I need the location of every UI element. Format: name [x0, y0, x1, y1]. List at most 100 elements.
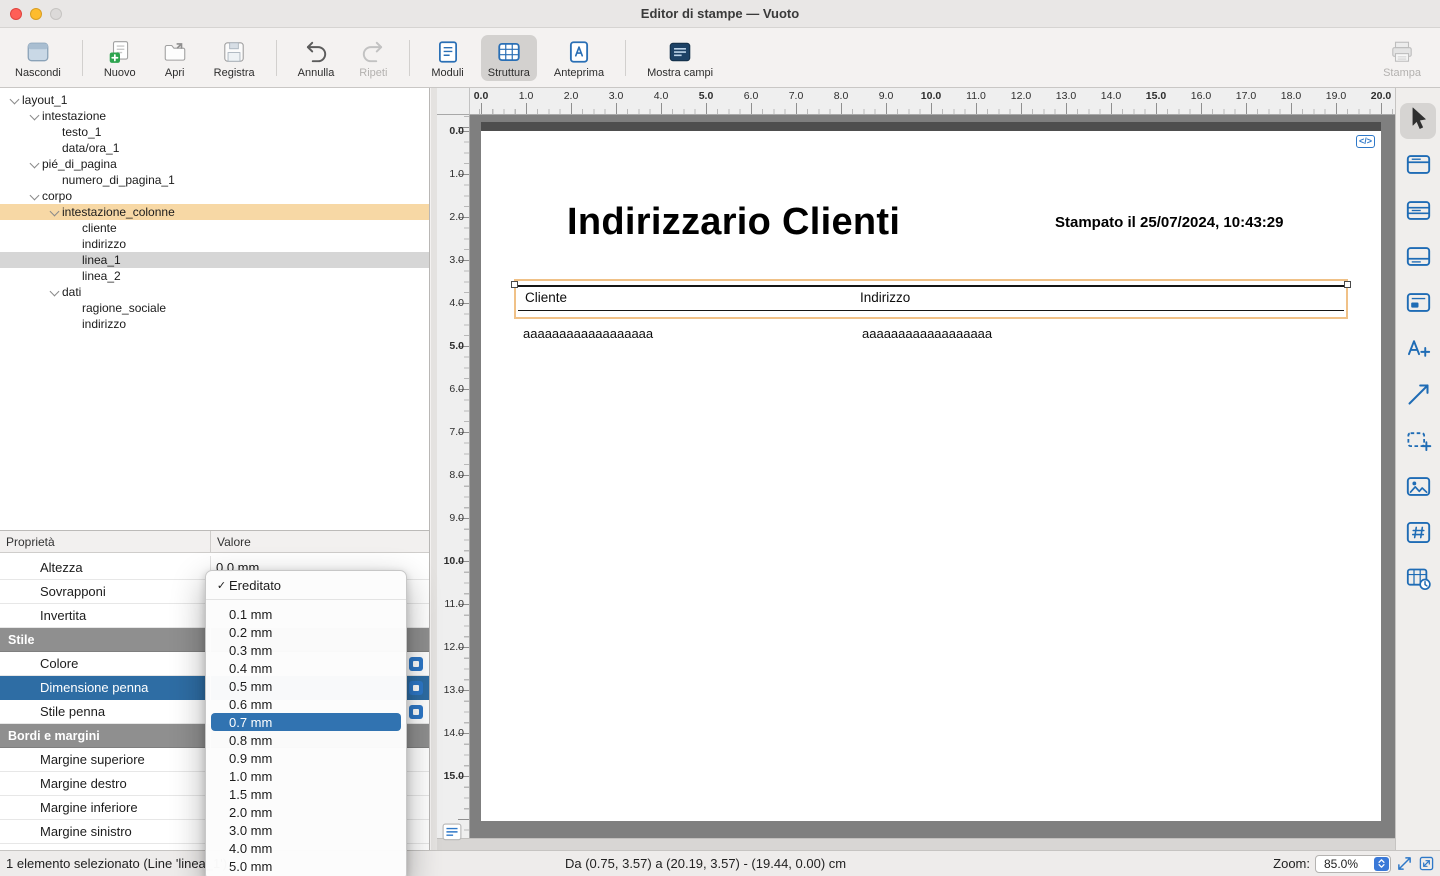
tree-item-intestazione-colonne[interactable]: intestazione_colonne: [0, 204, 429, 220]
tree-item-testo-1[interactable]: testo_1: [0, 124, 429, 140]
tree-item-dati[interactable]: dati: [0, 284, 429, 300]
property-name: Dimensione penna: [0, 680, 210, 695]
toolbar-separator: [276, 40, 277, 76]
nascondi-button[interactable]: Nascondi: [8, 35, 68, 81]
rectangle-tool-button[interactable]: [1400, 425, 1436, 461]
tree-item-cliente[interactable]: cliente: [0, 220, 429, 236]
property-options-button[interactable]: [409, 681, 423, 695]
band-detail-tool-button[interactable]: [1400, 195, 1436, 231]
band-bottom-line[interactable]: [518, 310, 1344, 311]
ruler-number: 9.0: [879, 90, 894, 102]
page-number-tool-button[interactable]: [1400, 517, 1436, 553]
column-header-cliente[interactable]: Cliente: [525, 290, 567, 305]
chevron-down-icon[interactable]: [28, 109, 42, 123]
menu-item-0-2-mm[interactable]: 0.2 mm: [211, 623, 401, 641]
menu-item-5-0-mm[interactable]: 5.0 mm: [211, 857, 401, 875]
data-field-left[interactable]: aaaaaaaaaaaaaaaaaa: [523, 326, 653, 341]
menu-item-label: 3.0 mm: [229, 823, 272, 838]
table-tool-button[interactable]: [1400, 563, 1436, 599]
band-header-tool-button[interactable]: [1400, 149, 1436, 185]
page-navigator-button[interactable]: [442, 823, 462, 841]
chevron-down-icon[interactable]: [48, 205, 62, 219]
anteprima-button[interactable]: Anteprima: [547, 35, 611, 81]
menu-item-4-0-mm[interactable]: 4.0 mm: [211, 839, 401, 857]
tree-item-layout-1[interactable]: layout_1: [0, 92, 429, 108]
ruler-number: 19.0: [1326, 90, 1346, 102]
tree-item-label: cliente: [82, 221, 117, 235]
menu-item-ereditato[interactable]: ✓Ereditato: [211, 576, 401, 594]
annulla-button[interactable]: Annulla: [291, 35, 342, 81]
line-handle-left[interactable]: [511, 281, 518, 288]
ruler-number: 4.0: [449, 297, 464, 309]
column-header-indirizzo[interactable]: Indirizzo: [860, 290, 910, 305]
menu-item-0-8-mm[interactable]: 0.8 mm: [211, 731, 401, 749]
property-options-button[interactable]: [409, 657, 423, 671]
label-band-tool-button[interactable]: [1400, 287, 1436, 323]
nuovo-button[interactable]: Nuovo: [97, 35, 143, 81]
apri-button[interactable]: Apri: [153, 35, 197, 81]
ruler-number: 13.0: [444, 684, 464, 696]
menu-item-0-9-mm[interactable]: 0.9 mm: [211, 749, 401, 767]
menu-item-3-0-mm[interactable]: 3.0 mm: [211, 821, 401, 839]
selected-line-element[interactable]: [518, 285, 1344, 287]
tree-item-indirizzo[interactable]: indirizzo: [0, 236, 429, 252]
property-name: Colore: [0, 656, 210, 671]
ruler-number: 2.0: [449, 211, 464, 223]
horizontal-scrollbar[interactable]: [437, 838, 1395, 850]
text-tool-button[interactable]: [1400, 333, 1436, 369]
tree-item-numero-di-pagina-1[interactable]: numero_di_pagina_1: [0, 172, 429, 188]
ruler-number: 0.0: [449, 125, 464, 137]
chevron-down-icon[interactable]: [8, 93, 22, 107]
menu-item-1-5-mm[interactable]: 1.5 mm: [211, 785, 401, 803]
menu-item-2-0-mm[interactable]: 2.0 mm: [211, 803, 401, 821]
property-options-button[interactable]: [409, 705, 423, 719]
mostra-campi-button[interactable]: Mostra campi: [640, 35, 720, 81]
menu-item-1-0-mm[interactable]: 1.0 mm: [211, 767, 401, 785]
tree-item-corpo[interactable]: corpo: [0, 188, 429, 204]
tree-item-data-ora-1[interactable]: data/ora_1: [0, 140, 429, 156]
menu-item-0-7-mm[interactable]: 0.7 mm: [211, 713, 401, 731]
tree-item-indirizzo[interactable]: indirizzo: [0, 316, 429, 332]
menu-item-0-6-mm[interactable]: 0.6 mm: [211, 695, 401, 713]
tree-item-label: indirizzo: [82, 237, 126, 251]
menu-item-label: 2.0 mm: [229, 805, 272, 820]
menu-item-0-1-mm[interactable]: 0.1 mm: [211, 605, 401, 623]
image-tool-button[interactable]: [1400, 471, 1436, 507]
tree-item-label: dati: [62, 285, 81, 299]
open-folder-icon: [160, 38, 190, 66]
property-name: Margine destro: [0, 776, 210, 791]
column-header-band[interactable]: Cliente Indirizzo: [514, 279, 1348, 319]
report-title-text[interactable]: Indirizzario Clienti: [567, 201, 900, 244]
tree-item-pi-di-pagina[interactable]: pié_di_pagina: [0, 156, 429, 172]
chevron-down-icon[interactable]: [28, 189, 42, 203]
tree-item-linea-1[interactable]: linea_1: [0, 252, 429, 268]
ruler-number: 12.0: [444, 641, 464, 653]
tree-item-intestazione[interactable]: intestazione: [0, 108, 429, 124]
select-tool-button[interactable]: [1400, 103, 1436, 139]
struttura-button[interactable]: Struttura: [481, 35, 537, 81]
tree-item-ragione-sociale[interactable]: ragione_sociale: [0, 300, 429, 316]
fit-page-button[interactable]: [1418, 855, 1435, 872]
band-footer-tool-button[interactable]: [1400, 241, 1436, 277]
fit-zoom-button[interactable]: [1396, 855, 1413, 872]
ruler-number: 16.0: [1191, 90, 1211, 102]
ruler-number: 10.0: [921, 90, 941, 102]
script-indicator-icon[interactable]: </>: [1356, 135, 1375, 148]
line-tool-button[interactable]: [1400, 379, 1436, 415]
data-field-right[interactable]: aaaaaaaaaaaaaaaaaa: [862, 326, 992, 341]
moduli-button[interactable]: Moduli: [424, 35, 470, 81]
chevron-down-icon[interactable]: [48, 285, 62, 299]
line-handle-right[interactable]: [1344, 281, 1351, 288]
line-icon: [1405, 381, 1432, 413]
zoom-stepper-icon[interactable]: [1374, 857, 1389, 871]
menu-item-0-5-mm[interactable]: 0.5 mm: [211, 677, 401, 695]
report-page[interactable]: </> Indirizzario Clienti Stampato il 25/…: [481, 131, 1381, 821]
registra-button[interactable]: Registra: [207, 35, 262, 81]
tree-item-linea-2[interactable]: linea_2: [0, 268, 429, 284]
zoom-select[interactable]: 85.0%: [1315, 855, 1391, 873]
menu-item-0-4-mm[interactable]: 0.4 mm: [211, 659, 401, 677]
printed-date-text[interactable]: Stampato il 25/07/2024, 10:43:29: [1055, 214, 1283, 231]
show-fields-icon: [665, 38, 695, 66]
chevron-down-icon[interactable]: [28, 157, 42, 171]
menu-item-0-3-mm[interactable]: 0.3 mm: [211, 641, 401, 659]
